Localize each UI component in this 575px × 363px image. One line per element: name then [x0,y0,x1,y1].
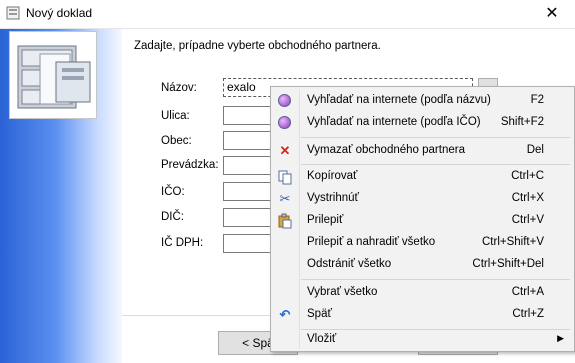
menu-item-shortcut: Ctrl+Z [512,308,544,320]
menu-item-cut[interactable]: ✂ Vystrihnúť Ctrl+X [273,188,572,210]
menu-item-shortcut: Shift+F2 [500,116,544,128]
submenu-arrow-icon: ▶ [557,333,564,343]
menu-separator [301,137,570,138]
menu-item-label: Odstrániť všetko [307,258,392,270]
undo-icon: ↶ [279,307,291,322]
delete-x-icon: ✕ [279,143,291,158]
menu-item-shortcut: F2 [530,94,544,106]
paste-icon [277,213,293,229]
menu-item-search-by-ico[interactable]: Vyhľadať na internete (podľa IČO) Shift+… [273,112,572,134]
menu-separator [301,164,570,165]
label-dic: DIČ: [161,211,184,223]
menu-item-search-by-name[interactable]: Vyhľadať na internete (podľa názvu) F2 [273,90,572,112]
menu-item-shortcut: Ctrl+V [511,214,544,226]
app-icon [6,6,20,20]
menu-item-insert[interactable]: Vložiť ▶ [273,329,572,351]
cabinet-illustration-icon [9,31,97,119]
copy-icon [277,169,293,185]
title-bar: Nový doklad ✕ [0,0,575,29]
menu-item-label: Vystrihnúť [307,192,359,204]
menu-item-undo[interactable]: ↶ Späť Ctrl+Z [273,304,572,326]
web-search-icon [277,93,293,109]
cut-icon: ✂ [279,191,291,206]
menu-item-copy[interactable]: Kopírovať Ctrl+C [273,166,572,188]
label-obec: Obec: [161,135,192,147]
instruction-text: Zadajte, prípadne vyberte obchodného par… [134,40,381,52]
menu-item-shortcut: Ctrl+A [511,286,544,298]
menu-item-label: Vyhľadať na internete (podľa IČO) [307,116,481,128]
menu-item-label: Vybrať všetko [307,286,378,298]
label-ico: IČO: [161,186,185,198]
label-ulica: Ulica: [161,110,190,122]
menu-item-paste[interactable]: Prilepiť Ctrl+V [273,210,572,232]
menu-item-paste-replace-all[interactable]: Prilepiť a nahradiť všetko Ctrl+Shift+V [273,232,572,254]
menu-item-label: Kopírovať [307,170,358,182]
menu-item-label: Vyhľadať na internete (podľa názvu) [307,94,491,106]
menu-item-shortcut: Ctrl+Shift+Del [472,258,544,270]
menu-item-label: Prilepiť [307,214,344,226]
close-icon[interactable]: ✕ [529,0,575,28]
web-search-icon [277,115,293,131]
label-nazov: Názov: [161,82,197,94]
menu-item-remove-all[interactable]: Odstrániť všetko Ctrl+Shift+Del [273,254,572,276]
menu-item-label: Vložiť [307,333,337,345]
menu-item-delete-partner[interactable]: ✕ Vymazať obchodného partnera Del [273,140,572,162]
menu-item-shortcut: Ctrl+Shift+V [482,236,544,248]
menu-separator [301,279,570,280]
menu-item-shortcut: Del [526,144,544,156]
label-ic-dph: IČ DPH: [161,237,204,249]
menu-item-label: Späť [307,308,332,320]
menu-item-select-all[interactable]: Vybrať všetko Ctrl+A [273,282,572,304]
menu-item-shortcut: Ctrl+C [511,170,544,182]
window-title: Nový doklad [26,6,93,20]
menu-item-shortcut: Ctrl+X [511,192,544,204]
menu-item-label: Vymazať obchodného partnera [307,144,465,156]
menu-item-label: Prilepiť a nahradiť všetko [307,236,436,248]
context-menu: Vyhľadať na internete (podľa názvu) F2 V… [270,86,575,352]
label-prevadzka: Prevádzka: [161,159,219,171]
